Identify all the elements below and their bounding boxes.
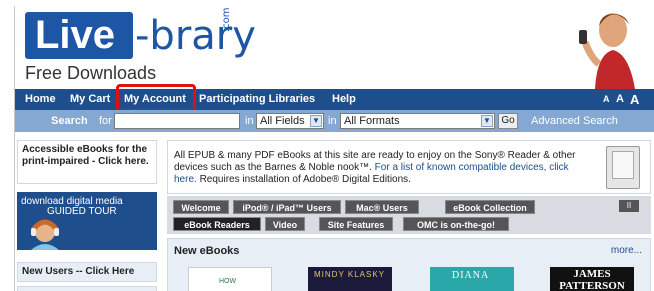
tab-ebook-collection[interactable]: eBook Collection xyxy=(445,200,535,214)
text-size-large[interactable]: A xyxy=(630,89,639,110)
go-button[interactable]: Go xyxy=(498,113,518,129)
sidebar-next-item[interactable] xyxy=(17,286,157,291)
tab-site-features[interactable]: Site Features xyxy=(319,217,393,231)
search-in-label-2: in xyxy=(328,115,337,127)
chevron-down-icon: ▼ xyxy=(481,115,493,127)
tab-video[interactable]: Video xyxy=(265,217,305,231)
info-tabs: Welcome iPod® / iPad™ Users Mac® Users e… xyxy=(167,196,651,234)
book-cover-4-text: JAMES PATTERSON xyxy=(559,268,625,291)
search-in-label-1: in xyxy=(245,115,254,127)
book-cover-1-text: HOW xyxy=(219,278,237,285)
main-content: All EPUB & many PDF eBooks at this site … xyxy=(167,140,654,291)
accessible-ebooks-link[interactable]: Accessible eBooks for the print-impaired… xyxy=(17,140,157,184)
site-header: Live -brary .com Free Downloads xyxy=(15,6,654,89)
logo-live-text: Live xyxy=(35,13,116,57)
tagline: Free Downloads xyxy=(25,63,157,83)
my-account-highlight-box xyxy=(116,84,196,112)
browser-page: Live -brary .com Free Downloads Home My … xyxy=(14,6,654,291)
main-nav-bar: Home My Cart My Account Participating Li… xyxy=(15,89,654,110)
book-cover-2-text: MINDY KLASKY xyxy=(314,270,385,279)
guided-tour-banner[interactable]: download digital media GUIDED TOUR xyxy=(17,192,157,250)
text-size-medium[interactable]: A xyxy=(616,89,624,110)
format-select-value: All Formats xyxy=(344,115,400,127)
tab-ipod-ipad-users[interactable]: iPod® / iPad™ Users xyxy=(233,200,341,214)
pause-icon[interactable]: II xyxy=(619,200,639,212)
hero-woman-phone-image xyxy=(525,6,654,89)
search-bar: Search for in All Fields ▼ in All Format… xyxy=(15,110,654,132)
search-for-label: for xyxy=(99,115,112,127)
book-cover-3[interactable]: DIANA xyxy=(430,267,514,291)
new-ebooks-title: New eBooks xyxy=(174,245,240,257)
chevron-down-icon: ▼ xyxy=(310,115,322,127)
nav-participating-libraries[interactable]: Participating Libraries xyxy=(199,89,315,110)
nav-home[interactable]: Home xyxy=(25,89,56,110)
nav-my-cart[interactable]: My Cart xyxy=(70,89,110,110)
search-label: Search xyxy=(51,115,88,127)
new-users-link[interactable]: New Users -- Click Here xyxy=(17,262,157,282)
search-input[interactable] xyxy=(114,113,240,129)
book-cover-4[interactable]: JAMES PATTERSON xyxy=(550,267,634,291)
field-select-value: All Fields xyxy=(260,115,305,127)
book-cover-2[interactable]: MINDY KLASKY xyxy=(308,267,392,291)
field-select[interactable]: All Fields ▼ xyxy=(256,113,324,129)
text-size-small[interactable]: A xyxy=(603,89,610,110)
ebook-reader-icon xyxy=(606,146,640,189)
logo-com-text: .com xyxy=(221,7,232,32)
book-cover-3-text: DIANA xyxy=(452,270,490,281)
book-cover-1[interactable]: HOW xyxy=(188,267,272,291)
more-link[interactable]: more... xyxy=(611,245,642,256)
new-ebooks-panel: New eBooks more... HOW MINDY KLASKY DIAN… xyxy=(167,238,651,291)
info-text: All EPUB & many PDF eBooks at this site … xyxy=(174,150,594,186)
girl-headphones-image xyxy=(31,219,59,250)
left-sidebar: Accessible eBooks for the print-impaired… xyxy=(17,140,157,291)
nav-help[interactable]: Help xyxy=(332,89,356,110)
tab-ebook-readers[interactable]: eBook Readers xyxy=(173,217,261,231)
tab-welcome[interactable]: Welcome xyxy=(173,200,229,214)
logo-brary-text: -brary xyxy=(135,13,256,59)
tab-omc-on-the-go[interactable]: OMC is on-the-go! xyxy=(403,217,509,231)
reader-screen xyxy=(612,151,634,179)
tab-mac-users[interactable]: Mac® Users xyxy=(345,200,419,214)
compatibility-info-box: All EPUB & many PDF eBooks at this site … xyxy=(167,140,651,194)
format-select[interactable]: All Formats ▼ xyxy=(340,113,495,129)
advanced-search-link[interactable]: Advanced Search xyxy=(531,110,618,132)
info-text-tail: Requires installation of Adobe® Digital … xyxy=(199,174,411,185)
